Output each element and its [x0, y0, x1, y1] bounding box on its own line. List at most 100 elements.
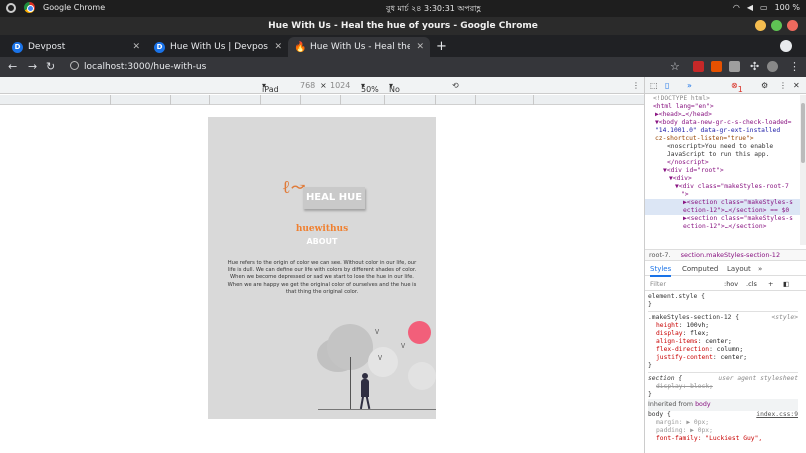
close-icon[interactable]: ✕ [274, 42, 282, 52]
css-prop[interactable]: margin: ▶ 0px; [648, 419, 798, 427]
elements-scrollbar[interactable] [800, 95, 806, 245]
chrome-menu-icon[interactable]: ⋮ [789, 60, 800, 73]
elements-tree[interactable]: <!DOCTYPE html> <html lang="en"> ▶<head>… [645, 95, 800, 242]
media-query-ruler[interactable] [0, 95, 644, 105]
tree-node[interactable]: <!DOCTYPE html> [645, 95, 800, 103]
battery-icon[interactable]: ▭ [760, 3, 768, 12]
sun-illustration [408, 321, 431, 344]
tree-node[interactable]: <noscript>You need to enable [645, 143, 800, 151]
more-tabs-icon[interactable]: » [758, 265, 762, 273]
close-icon[interactable]: ✕ [132, 42, 140, 52]
battery-level: 100 % [774, 3, 800, 12]
extension-icon[interactable] [711, 61, 722, 72]
device-mode-icon[interactable]: ▯ [665, 81, 669, 90]
zoom-select[interactable]: 50% ▾ [361, 81, 379, 94]
css-prop[interactable]: height: 100vh; [648, 322, 798, 330]
extensions-puzzle-icon[interactable]: ✣ [750, 60, 759, 73]
activities-icon[interactable] [6, 2, 16, 13]
extension-icon[interactable] [729, 61, 740, 72]
cls-toggle[interactable]: .cls [746, 280, 757, 288]
rotate-icon[interactable]: ⟲ [452, 81, 459, 90]
rule-source-link[interactable]: index.css:9 [756, 411, 798, 419]
rule-selector[interactable]: .makeStyles-section-12 {<style> [648, 314, 798, 322]
bookmark-star-icon[interactable]: ☆ [670, 60, 680, 73]
emulated-page[interactable]: ℓ↝ HEAL HUE huewithus ABOUT Hue refers t… [208, 117, 436, 419]
css-prop[interactable]: padding: ▶ 0px; [648, 427, 798, 435]
device-more-icon[interactable]: ⋮ [632, 81, 640, 90]
back-icon[interactable]: ← [8, 60, 17, 73]
body-rule-selector[interactable]: body {index.css:9 [648, 411, 798, 419]
os-clock[interactable]: বুধ মার্চ ২৪ 3:30:31 অপরাহ্ণ [386, 3, 481, 16]
minimize-button[interactable] [755, 20, 766, 31]
tree-node[interactable]: ▼<div class="makeStyles-root-7 [645, 183, 800, 191]
tree-node[interactable]: ▶<section class="makeStyles-s [645, 215, 800, 223]
forward-icon[interactable]: → [28, 60, 37, 73]
close-icon[interactable]: ✕ [416, 42, 424, 52]
rule-source[interactable]: <style> [771, 314, 798, 322]
ua-note: user agent stylesheet [718, 375, 798, 382]
tree-node[interactable]: ▼<body data-new-gr-c-s-check-loaded= [645, 119, 800, 127]
tree-node-selected[interactable]: ▶<section class="makeStyles-s [645, 199, 800, 207]
tree-node[interactable]: ▼<div> [645, 175, 800, 183]
tree-node[interactable]: "> [645, 191, 800, 199]
breadcrumb-item[interactable]: root-7. [649, 251, 671, 259]
width-input[interactable]: 768 [300, 81, 315, 90]
add-rule-icon[interactable]: + [768, 280, 773, 288]
tree-node[interactable]: </noscript> [645, 159, 800, 167]
inspect-icon[interactable]: ⬚ [650, 81, 658, 90]
volume-icon[interactable]: ◀ [747, 3, 753, 12]
height-input[interactable]: 1024 [330, 81, 350, 90]
devtools-panel: ⬚ ▯ » ⊗ 1 ⚙ ⋮ ✕ <!DOCTYPE html> <html la… [644, 77, 806, 453]
devtools-menu-icon[interactable]: ⋮ [779, 81, 787, 90]
tree-node[interactable]: cz-shortcut-listen="true"> [645, 135, 800, 143]
extension-icon[interactable] [693, 61, 704, 72]
tab-label: Hue With Us - Heal the hue of yours [310, 42, 411, 52]
css-prop[interactable]: display: flex; [648, 330, 798, 338]
css-prop[interactable]: flex-direction: column; [648, 346, 798, 354]
computed-sidebar-icon[interactable]: ◧ [783, 280, 789, 288]
css-prop-overridden[interactable]: display: block; [648, 383, 798, 391]
tree-node[interactable]: <html lang="en"> [645, 103, 800, 111]
tab-layout[interactable]: Layout [727, 265, 751, 273]
tab-styles[interactable]: Styles [650, 265, 672, 277]
ua-rule-selector[interactable]: section {user agent stylesheet [648, 375, 798, 383]
settings-gear-icon[interactable]: ⚙ [761, 81, 768, 90]
throttle-select[interactable]: No throttling ▾ [389, 81, 426, 103]
tree-node[interactable]: "14.1001.0" data-gr-ext-installed [645, 127, 800, 135]
tab-search-icon[interactable] [780, 40, 792, 52]
styles-pane[interactable]: element.style { } .makeStyles-section-12… [648, 293, 798, 443]
reload-icon[interactable]: ↻ [46, 60, 55, 73]
more-panels-icon[interactable]: » [687, 81, 692, 90]
tab-hue-devpost[interactable]: D Hue With Us | Devpost ✕ [148, 37, 288, 57]
rule-close: } [648, 362, 652, 369]
profile-avatar[interactable] [767, 61, 778, 72]
address-bar[interactable]: localhost:3000/hue-with-us [70, 61, 206, 72]
tree-node[interactable]: ▶<head>…</head> [645, 111, 800, 119]
tab-computed[interactable]: Computed [682, 265, 718, 273]
os-app-name[interactable]: Google Chrome [43, 3, 105, 12]
device-select[interactable]: iPad ▾ [262, 81, 279, 94]
tree-node[interactable]: ection-12">…</section> [645, 223, 800, 231]
css-prop[interactable]: justify-content: center; [648, 354, 798, 362]
tab-devpost[interactable]: D Devpost ✕ [6, 37, 146, 57]
close-devtools-icon[interactable]: ✕ [793, 81, 800, 90]
tree-node[interactable]: ▼<div id="root"> [645, 167, 800, 175]
styles-filter-input[interactable]: Filter [650, 280, 666, 288]
close-window-button[interactable] [787, 20, 798, 31]
bird-icon: ᐯ [375, 329, 380, 336]
element-style-rule[interactable]: element.style { [648, 293, 798, 301]
wifi-icon[interactable]: ◠ [733, 3, 740, 12]
hov-toggle[interactable]: :hov [724, 280, 738, 288]
error-count[interactable]: ⊗ 1 [731, 81, 743, 94]
brand-name: huewithus [295, 224, 349, 234]
tab-hue-with-us[interactable]: 🔥 Hue With Us - Heal the hue of yours ✕ [288, 37, 430, 57]
new-tab-button[interactable]: + [436, 39, 447, 54]
cloud-illustration [368, 347, 398, 377]
maximize-button[interactable] [771, 20, 782, 31]
css-prop[interactable]: font-family: "Luckiest Guy", [648, 435, 798, 443]
site-info-icon[interactable] [70, 61, 79, 70]
breadcrumb-item-selected[interactable]: section.makeStyles-section-12 [681, 251, 780, 259]
tree-node[interactable]: JavaScript to run this app. [645, 151, 800, 159]
tree-node-selected[interactable]: ection-12">…</section> == $0 [645, 207, 800, 215]
css-prop[interactable]: align-items: center; [648, 338, 798, 346]
